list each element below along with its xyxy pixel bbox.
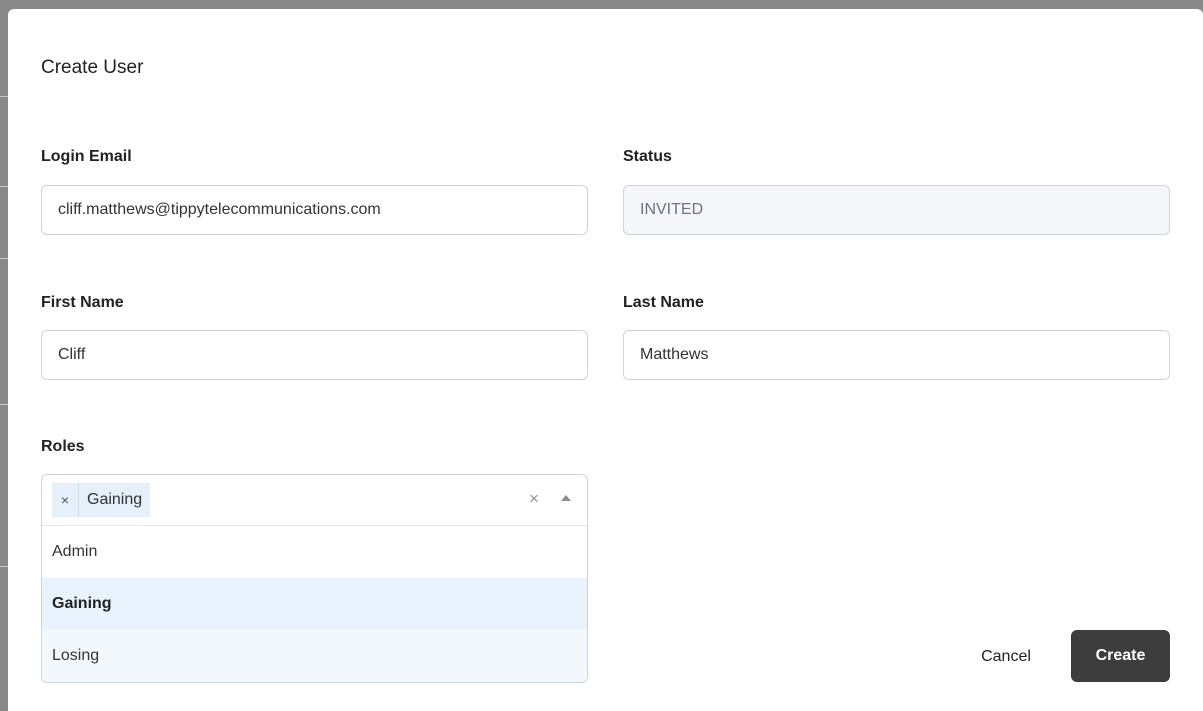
last-name-label: Last Name <box>623 294 704 311</box>
chip-remove-icon[interactable]: × <box>52 483 79 517</box>
chip-label: Gaining <box>87 491 143 508</box>
status-label: Status <box>623 148 672 165</box>
status-field: INVITED <box>623 185 1170 235</box>
backdrop-edge <box>0 96 8 97</box>
create-user-dialog: Create User Login Email cliff.matthews@t… <box>8 9 1203 711</box>
role-option-admin[interactable]: Admin <box>42 526 587 578</box>
roles-control[interactable]: × Gaining × <box>42 475 587 526</box>
first-name-field[interactable]: Cliff <box>41 330 588 380</box>
dialog-title: Create User <box>41 57 144 78</box>
create-button[interactable]: Create <box>1071 630 1170 682</box>
last-name-field[interactable]: Matthews <box>623 330 1170 380</box>
first-name-label: First Name <box>41 294 124 311</box>
cancel-button[interactable]: Cancel <box>968 637 1044 677</box>
chevron-up-icon[interactable] <box>561 495 571 501</box>
role-option-gaining[interactable]: Gaining <box>42 578 587 630</box>
role-option-losing[interactable]: Losing <box>42 630 587 682</box>
roles-multiselect[interactable]: × Gaining × Admin Gaining Losing <box>41 474 588 683</box>
login-email-label: Login Email <box>41 148 132 165</box>
clear-icon[interactable]: × <box>529 489 539 509</box>
backdrop-edge <box>0 258 8 259</box>
role-chip-gaining: × Gaining <box>52 483 151 517</box>
login-email-field[interactable]: cliff.matthews@tippytelecommunications.c… <box>41 185 588 235</box>
backdrop-edge <box>0 186 8 187</box>
backdrop-edge <box>0 566 8 567</box>
roles-label: Roles <box>41 438 85 455</box>
backdrop-edge <box>0 404 8 405</box>
